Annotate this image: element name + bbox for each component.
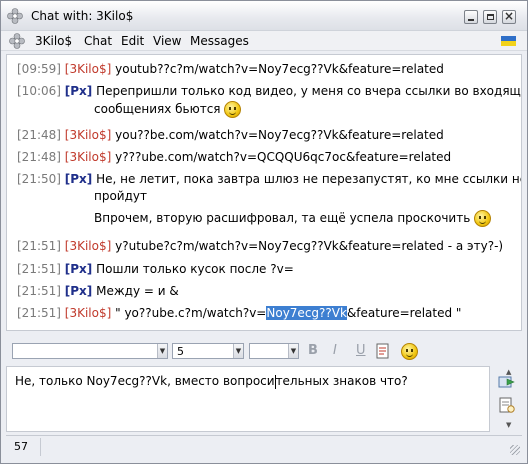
message-text: Впрочем, вторую расшифровал, та ещё успе… [94,211,471,225]
menu-bar: 3Kilo$ Chat Edit View Messages [1,31,527,51]
message-text: Между = и & [96,284,179,298]
chevron-down-icon[interactable]: ▼ [157,344,167,358]
message-text: you??be.com/watch?v=Noy7ecg??Vk&feature=… [115,128,444,142]
nickname: [Px] [64,84,93,98]
message-row: [10:06] [Px] Перепришли только код видео… [17,83,522,100]
message-text: y???ube.com/watch?v=QCQQU6qc7oc&feature=… [115,150,452,164]
message-continuation: Впрочем, вторую расшифровал, та ещё успе… [94,210,492,227]
message-row: [21:51] [3Kilo$] y?utube?c?m/watch?v=Noy… [17,238,503,255]
smiley-icon[interactable] [401,343,418,360]
timestamp: [10:06] [17,84,61,98]
message-row: [21:48] [3Kilo$] you??be.com/watch?v=Noy… [17,127,444,144]
character-count: 57 [14,440,28,453]
message-text: Не, не летит, пока завтра шлюз не переза… [96,172,522,186]
minimize-icon [468,19,474,21]
maximize-icon [487,14,494,20]
message-row: [21:51] [3Kilo$] " yo??ube.c?m/watch?v=N… [17,305,461,322]
maximize-button[interactable] [483,10,497,24]
nickname: [3Kilo$] [64,128,112,142]
timestamp: [21:48] [17,150,61,164]
flower-icon [7,8,23,24]
chat-log[interactable]: [09:59] [3Kilo$] youtub??c?m/watch?v=Noy… [6,54,522,331]
input-text: Не, только Noy7ecg??Vk, вместо вопросите… [15,374,408,389]
document-icon[interactable] [376,343,390,359]
message-row: [21:48] [3Kilo$] y???ube.com/watch?v=QCQ… [17,149,451,166]
nickname: [Px] [64,172,93,186]
timestamp: [21:50] [17,172,61,186]
nickname: [Px] [64,262,93,276]
chat-window: Chat with: 3Kilo$ × 3Kilo$ Chat Edit Vie… [0,0,528,464]
message-text: Пошли только кусок после ?v= [96,262,294,276]
history-icon[interactable] [498,396,516,414]
title-bar[interactable]: Chat with: 3Kilo$ × [1,1,527,31]
selected-text: Noy7ecg??Vk [266,306,347,320]
nickname: [3Kilo$] [64,62,112,76]
message-text: " yo??ube.c?m/watch?v=Noy7ecg??Vk&featur… [115,306,461,320]
menu-contact[interactable]: 3Kilo$ [35,34,72,48]
close-button[interactable]: × [502,9,516,24]
timestamp: [09:59] [17,62,61,76]
nickname: [3Kilo$] [64,150,112,164]
nickname: [3Kilo$] [64,306,112,320]
message-text-part: " yo??ube.c?m/watch?v= [115,306,267,320]
close-icon: × [504,9,515,23]
chevron-down-icon[interactable]: ▼ [233,344,243,358]
minimize-button[interactable] [464,10,478,24]
timestamp: [21:51] [17,284,61,298]
bold-button[interactable]: B [308,343,318,358]
font-size-value: 5 [177,345,184,358]
status-bar: 57 [6,435,522,457]
menu-edit[interactable]: Edit [121,34,144,48]
message-input[interactable]: Не, только Noy7ecg??Vk, вместо вопросите… [6,366,490,432]
timestamp: [21:48] [17,128,61,142]
menu-chat[interactable]: Chat [84,34,112,48]
menu-messages[interactable]: Messages [190,34,249,48]
timestamp: [21:51] [17,239,61,253]
message-continuation: пройдут [94,188,147,205]
send-message-icon[interactable] [498,373,516,391]
message-row: [21:50] [Px] Не, не летит, пока завтра ш… [17,171,522,188]
flower-icon [9,33,25,49]
message-row: [21:51] [Px] Пошли только кусок после ?v… [17,261,294,278]
input-text-part: тельных знаков что? [275,374,408,388]
message-text: youtub??c?m/watch?v=Noy7ecg??Vk&feature=… [115,62,444,76]
font-select[interactable]: ▼ [12,343,168,359]
input-text-part: Не, только Noy7ecg??Vk, вместо вопроси [15,374,275,388]
smiley-icon [224,101,242,118]
font-size-select[interactable]: 5 ▼ [172,343,244,359]
chevron-down-icon[interactable]: ▼ [288,344,298,358]
message-text: Перепришли только код видео, у меня со в… [96,84,522,98]
message-continuation: сообщениях бьются [94,101,242,118]
nickname: [3Kilo$] [64,239,112,253]
message-row: [21:51] [Px] Между = и & [17,283,179,300]
color-select[interactable]: ▼ [249,343,299,359]
format-toolbar: ▼ 5 ▼ ▼ B I U [6,337,522,365]
ukraine-flag-icon[interactable] [501,36,516,46]
menu-view[interactable]: View [153,34,181,48]
resize-grip[interactable] [510,445,520,455]
scroll-down-icon[interactable]: ▼ [506,421,516,429]
window-title: Chat with: 3Kilo$ [31,9,134,23]
smiley-icon [474,210,492,227]
italic-button[interactable]: I [333,343,337,358]
message-row: [09:59] [3Kilo$] youtub??c?m/watch?v=Noy… [17,61,444,78]
timestamp: [21:51] [17,306,61,320]
status-divider [40,438,41,456]
underline-button[interactable]: U [356,343,366,358]
message-text: пройдут [94,189,147,203]
message-text: сообщениях бьются [94,102,221,116]
nickname: [Px] [64,284,93,298]
message-text: y?utube?c?m/watch?v=Noy7ecg??Vk&feature=… [115,239,504,253]
message-text-part: &feature=related " [346,306,462,320]
timestamp: [21:51] [17,262,61,276]
